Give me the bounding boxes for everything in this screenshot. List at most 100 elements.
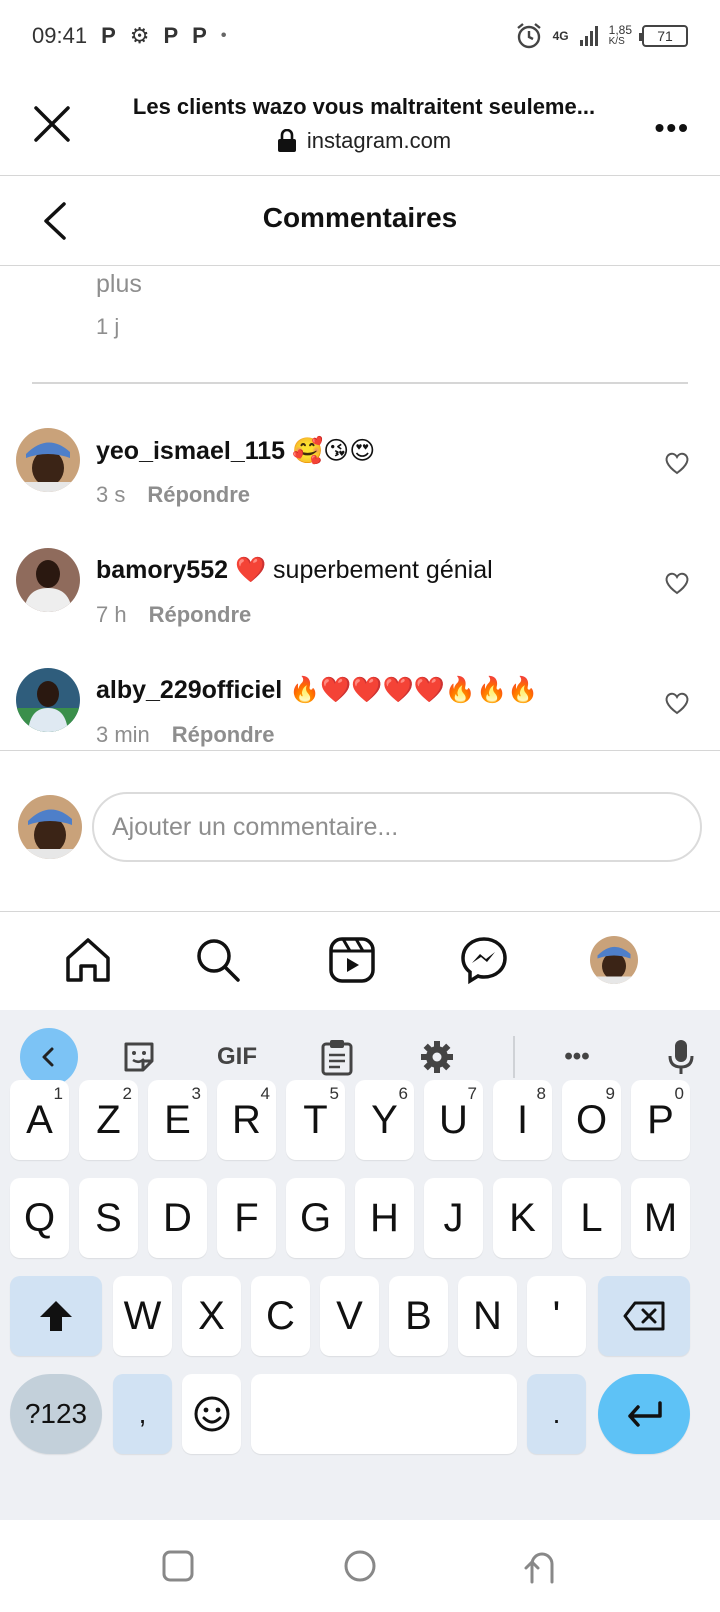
avatar-image [18, 795, 82, 859]
key-q[interactable]: Q [10, 1178, 69, 1258]
backspace-key[interactable] [598, 1276, 690, 1356]
recent-apps-icon[interactable] [156, 1544, 200, 1588]
key-apostrophe[interactable]: ' [527, 1276, 586, 1356]
comment-username[interactable]: bamory552 [96, 556, 228, 584]
comment-time: 7 h [96, 602, 127, 627]
key-label: Y [371, 1097, 398, 1142]
key-p[interactable]: P0 [631, 1080, 690, 1160]
sticker-button[interactable] [110, 1028, 168, 1086]
shift-key[interactable] [10, 1276, 102, 1356]
network-speed: 1,85 K/S [609, 24, 632, 48]
key-r[interactable]: R4 [217, 1080, 276, 1160]
microphone-icon [668, 1040, 694, 1074]
avatar[interactable] [16, 548, 80, 612]
comment-username[interactable]: alby_229officiel [96, 676, 282, 704]
reply-button[interactable]: Répondre [147, 482, 250, 507]
url-text: instagram.com [306, 128, 452, 153]
sticker-icon [124, 1042, 154, 1072]
reels-icon[interactable] [326, 934, 378, 986]
clipboard-button[interactable] [308, 1028, 366, 1086]
avatar-image [16, 428, 80, 492]
key-f[interactable]: F [217, 1178, 276, 1258]
comment-body: bamory552 ❤️ superbement génial [96, 556, 493, 585]
see-more-link[interactable]: plus [96, 270, 142, 299]
key-b[interactable]: B [389, 1276, 448, 1356]
key-e[interactable]: E3 [148, 1080, 207, 1160]
key-o[interactable]: O9 [562, 1080, 621, 1160]
close-icon[interactable] [30, 102, 74, 146]
network-type: 4G [552, 29, 569, 43]
key-v[interactable]: V [320, 1276, 379, 1356]
emoji-key[interactable] [182, 1374, 241, 1454]
key-h[interactable]: H [355, 1178, 414, 1258]
avatar[interactable] [16, 428, 80, 492]
bottom-nav [0, 912, 720, 1010]
heart-icon[interactable] [664, 690, 690, 716]
key-u[interactable]: U7 [424, 1080, 483, 1160]
notification-icons: P ⚙ P P • [101, 23, 226, 49]
profile-avatar[interactable] [590, 936, 638, 984]
comment-body: alby_229officiel 🔥❤️❤️❤️❤️🔥🔥🔥 [96, 676, 538, 705]
period-key[interactable]: . [527, 1374, 586, 1454]
search-icon[interactable] [192, 934, 244, 986]
messenger-icon[interactable] [458, 934, 510, 986]
keyboard-back-button[interactable] [20, 1028, 78, 1086]
key-m[interactable]: M [631, 1178, 690, 1258]
clipboard-icon [321, 1040, 353, 1076]
key-g[interactable]: G [286, 1178, 345, 1258]
space-key[interactable] [251, 1374, 517, 1454]
voice-input-button[interactable] [652, 1028, 710, 1086]
home-circle-icon[interactable] [338, 1544, 382, 1588]
key-i[interactable]: I8 [493, 1080, 552, 1160]
avatar-image [590, 936, 638, 984]
symbols-key[interactable]: ?123 [10, 1374, 102, 1454]
avatar[interactable] [16, 668, 80, 732]
home-icon[interactable] [62, 934, 114, 986]
browser-header: Les clients wazo vous maltraitent seulem… [0, 72, 720, 176]
comment-username[interactable]: yeo_ismael_115 [96, 437, 285, 465]
chevron-left-icon [42, 1047, 54, 1067]
key-c[interactable]: C [251, 1276, 310, 1356]
key-hint: 7 [467, 1084, 477, 1103]
notification-icon: ⚙ [129, 23, 150, 48]
key-n[interactable]: N [458, 1276, 517, 1356]
comment-composer [0, 750, 720, 912]
key-hint: 1 [53, 1084, 63, 1103]
heart-icon[interactable] [664, 570, 690, 596]
key-d[interactable]: D [148, 1178, 207, 1258]
back-icon[interactable] [520, 1544, 564, 1588]
more-options-button[interactable]: ••• [655, 112, 690, 144]
key-hint: 0 [674, 1084, 684, 1103]
key-z[interactable]: Z2 [79, 1080, 138, 1160]
comments-list[interactable]: plus 1 j yeo_ismael_115 🥰😘😍 3 s Répondre … [0, 266, 720, 750]
comment-input[interactable] [92, 792, 702, 862]
key-label: A [26, 1097, 53, 1142]
comment-item: alby_229officiel 🔥❤️❤️❤️❤️🔥🔥🔥 3 min Répon… [0, 668, 720, 750]
key-w[interactable]: W [113, 1276, 172, 1356]
gif-button[interactable]: GIF [208, 1028, 266, 1086]
speed-value: 1,85 [608, 23, 632, 37]
comma-key[interactable]: , [113, 1374, 172, 1454]
key-a[interactable]: A1 [10, 1080, 69, 1160]
settings-button[interactable] [408, 1028, 466, 1086]
heart-icon[interactable] [664, 450, 690, 476]
signal-icon [579, 26, 598, 46]
url-bar: instagram.com [104, 128, 624, 154]
avatar-image [16, 668, 80, 732]
enter-key[interactable] [598, 1374, 690, 1454]
key-l[interactable]: L [562, 1178, 621, 1258]
more-tools-button[interactable]: ••• [548, 1028, 606, 1086]
reply-button[interactable]: Répondre [172, 722, 275, 747]
key-x[interactable]: X [182, 1276, 241, 1356]
key-y[interactable]: Y6 [355, 1080, 414, 1160]
key-s[interactable]: S [79, 1178, 138, 1258]
key-k[interactable]: K [493, 1178, 552, 1258]
key-label: U [439, 1097, 468, 1142]
key-hint: 5 [329, 1084, 339, 1103]
key-j[interactable]: J [424, 1178, 483, 1258]
reply-button[interactable]: Répondre [149, 602, 252, 627]
comment-text: 🔥❤️❤️❤️❤️🔥🔥🔥 [289, 676, 539, 704]
comments-title: Commentaires [262, 202, 458, 233]
system-nav-bar [0, 1520, 720, 1612]
key-t[interactable]: T5 [286, 1080, 345, 1160]
